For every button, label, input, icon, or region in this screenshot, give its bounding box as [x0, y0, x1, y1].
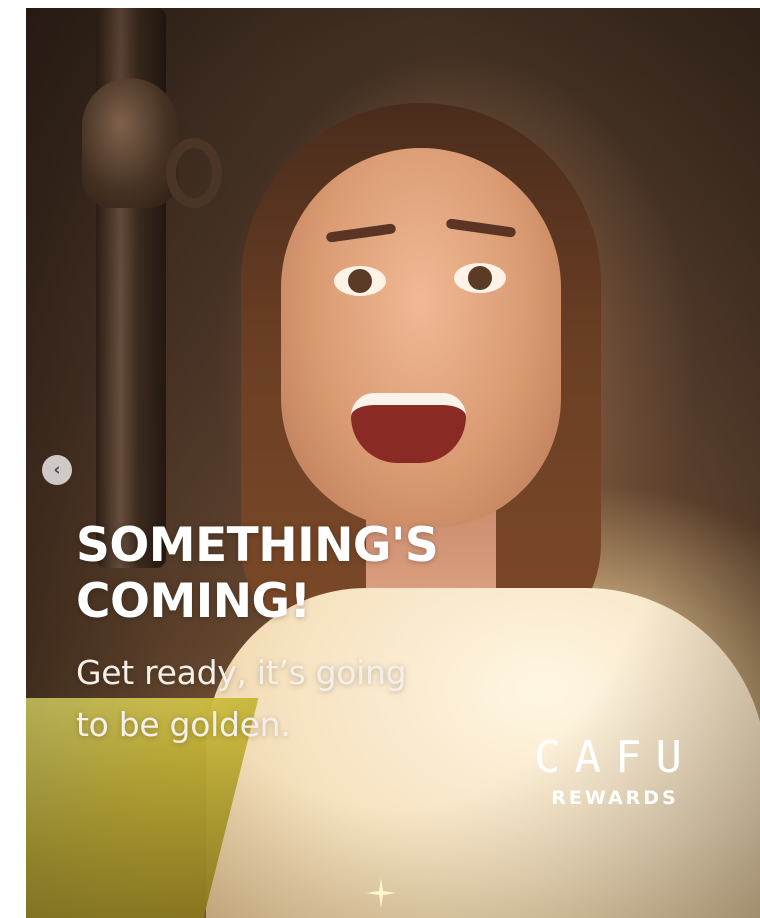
subheadline: Get ready, it’s going to be golden. — [76, 647, 407, 751]
headline-line-2: COMING! — [76, 574, 311, 629]
sparkle-icon — [366, 878, 396, 908]
chevron-left-icon: ‹ — [53, 459, 61, 480]
headline: SOMETHING'S COMING! — [76, 518, 439, 630]
brand-subtitle: REWARDS — [551, 787, 679, 809]
brand-logo: CAFU REWARDS — [500, 732, 730, 810]
subheadline-line-1: Get ready, it’s going — [76, 653, 407, 692]
brand-wordmark: CAFU — [534, 732, 696, 783]
previous-slide-button[interactable]: ‹ — [42, 455, 72, 485]
headline-line-1: SOMETHING'S — [76, 518, 439, 573]
subheadline-line-2: to be golden. — [76, 705, 291, 744]
